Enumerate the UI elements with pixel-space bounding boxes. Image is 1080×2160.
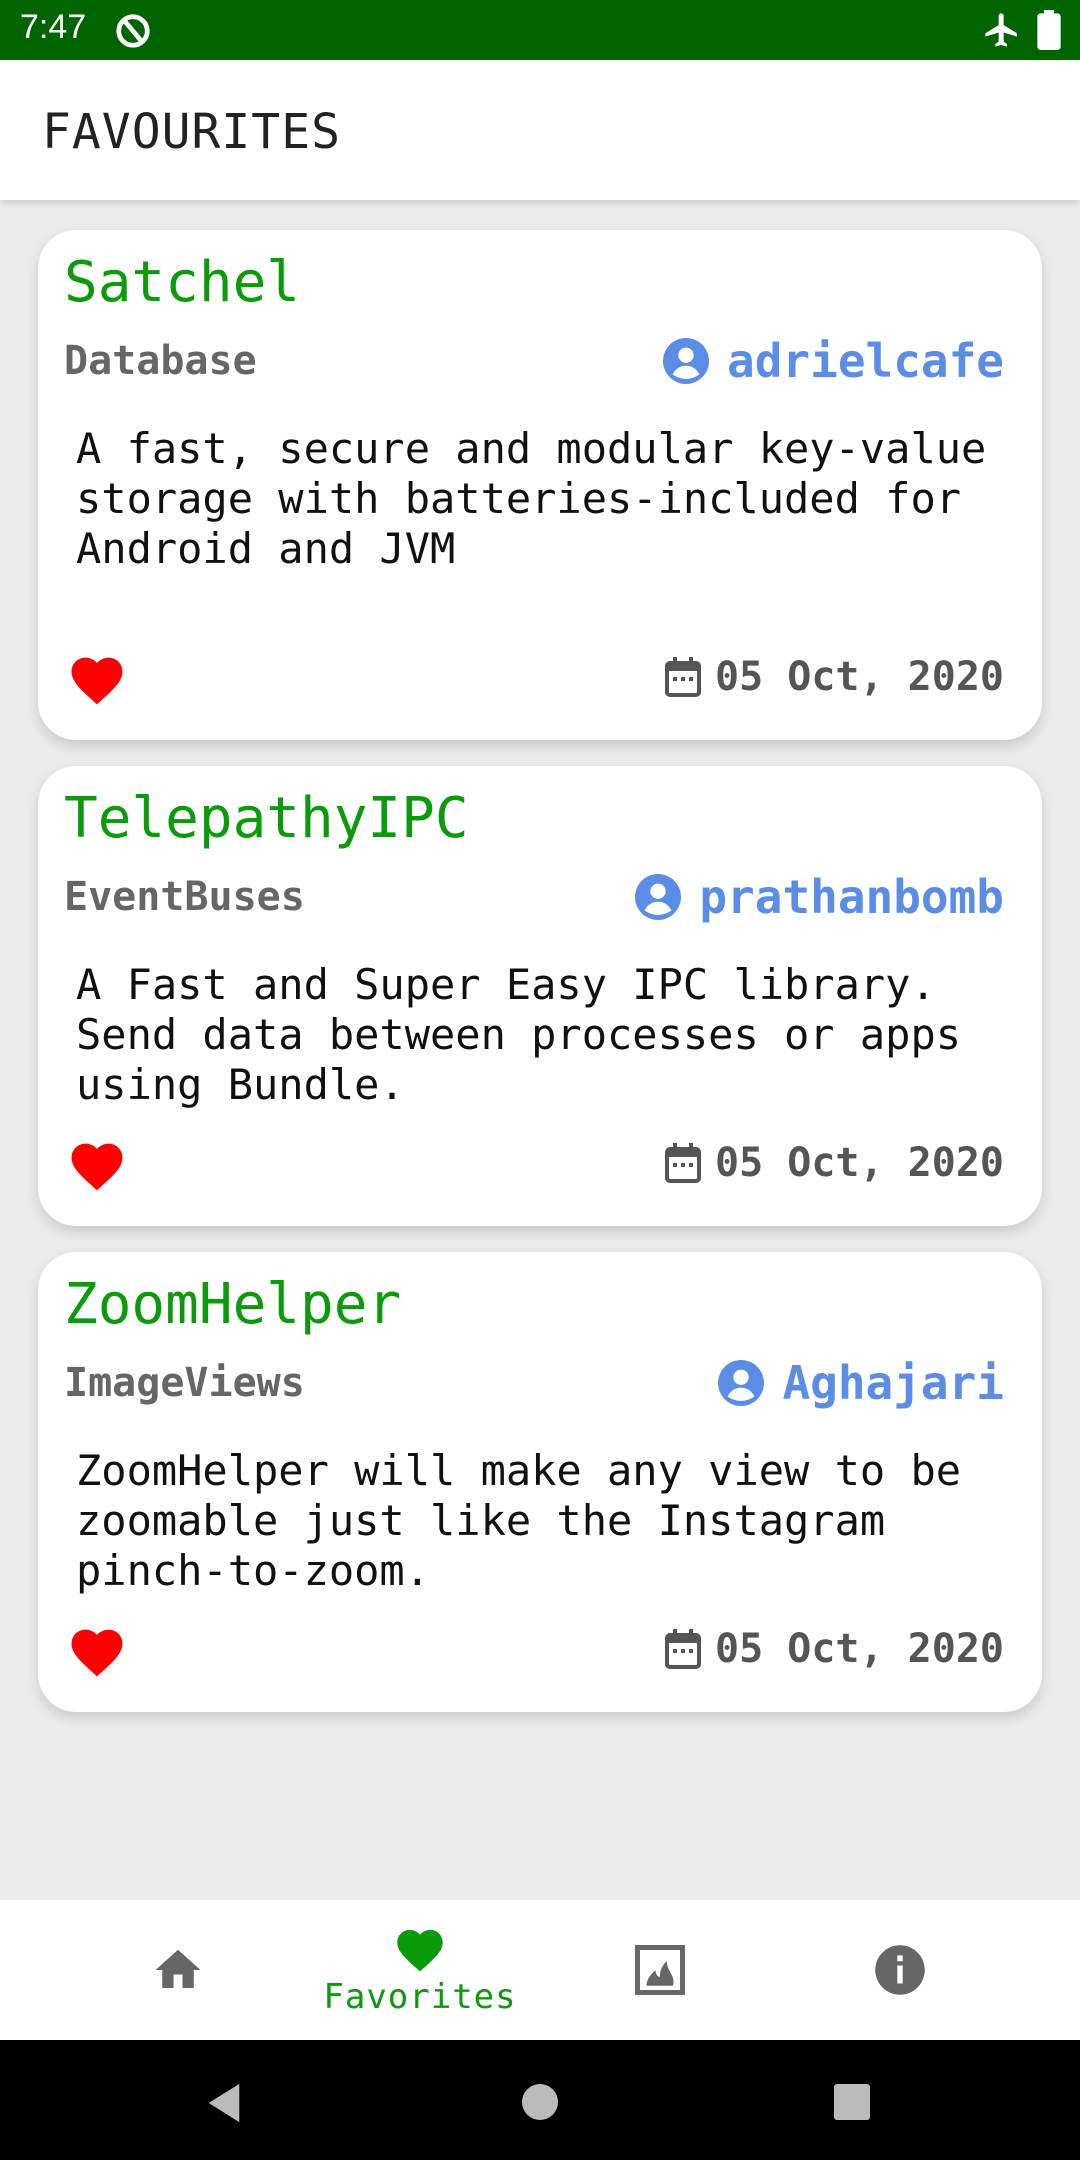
home-icon <box>155 1949 201 1988</box>
account-circle-icon <box>663 338 710 384</box>
repo-card[interactable]: Satchel Database adrielcafe A fast, secu… <box>38 230 1042 740</box>
calendar-icon <box>665 1629 702 1669</box>
back-icon[interactable] <box>204 2082 244 2124</box>
repo-description: A Fast and Super Easy IPC library. Send … <box>76 960 962 1109</box>
repo-date: 05 Oct, 2020 <box>665 1626 1004 1672</box>
date-text: 05 Oct, 2020 <box>715 654 1004 700</box>
system-navigation-bar <box>0 2040 1080 2160</box>
account-circle-icon <box>635 874 682 920</box>
repo-description: A fast, secure and modular key-value sto… <box>76 424 987 573</box>
repo-category: EventBuses <box>64 874 305 920</box>
home-button-icon[interactable] <box>520 2082 560 2122</box>
account-circle-icon <box>718 1360 765 1406</box>
battery-icon <box>1037 10 1061 50</box>
repo-description: ZoomHelper will make any view to be zoom… <box>76 1446 962 1595</box>
nav-item-info[interactable] <box>840 1900 960 2040</box>
nav-item-home[interactable] <box>118 1900 238 2040</box>
repo-date: 05 Oct, 2020 <box>665 654 1004 700</box>
status-bar: 7:47 <box>0 0 1080 60</box>
repo-owner[interactable]: Aghajari <box>718 1356 1004 1410</box>
owner-name: adrielcafe <box>727 334 1004 388</box>
repo-card[interactable]: TelepathyIPC EventBuses prathanbomb A Fa… <box>38 766 1042 1226</box>
repo-category: Database <box>64 338 257 384</box>
heart-icon <box>397 1929 443 1972</box>
calendar-icon <box>665 1143 702 1183</box>
date-text: 05 Oct, 2020 <box>715 1140 1004 1186</box>
bottom-navigation: Favorites <box>0 1900 1080 2040</box>
nav-label-favorites: Favorites <box>323 1977 517 2017</box>
nav-item-favorites[interactable]: Favorites <box>310 1900 530 2040</box>
page-title: FAVOURITES <box>42 104 341 160</box>
owner-name: prathanbomb <box>699 870 1004 924</box>
repo-card[interactable]: ZoomHelper ImageViews Aghajari ZoomHelpe… <box>38 1252 1042 1712</box>
status-time: 7:47 <box>20 8 87 46</box>
app-notification-icon <box>116 14 150 48</box>
recents-icon[interactable] <box>832 2082 872 2122</box>
info-icon <box>875 1945 925 1995</box>
nav-item-gallery[interactable] <box>600 1900 720 2040</box>
repo-date: 05 Oct, 2020 <box>665 1140 1004 1186</box>
repo-title: Satchel <box>64 250 301 315</box>
date-text: 05 Oct, 2020 <box>715 1626 1004 1672</box>
favorite-heart-icon[interactable] <box>66 1136 128 1192</box>
repo-title: TelepathyIPC <box>64 786 469 851</box>
favorite-heart-icon[interactable] <box>66 1622 128 1678</box>
repo-category: ImageViews <box>64 1360 305 1406</box>
calendar-icon <box>665 657 702 697</box>
repo-owner[interactable]: adrielcafe <box>663 334 1004 388</box>
airplane-mode-icon <box>985 13 1017 47</box>
repo-owner[interactable]: prathanbomb <box>635 870 1004 924</box>
favorite-heart-icon[interactable] <box>66 650 128 706</box>
gallery-icon <box>635 1945 685 1995</box>
owner-name: Aghajari <box>782 1356 1004 1410</box>
repo-title: ZoomHelper <box>64 1272 402 1337</box>
app-bar: FAVOURITES <box>0 60 1080 200</box>
